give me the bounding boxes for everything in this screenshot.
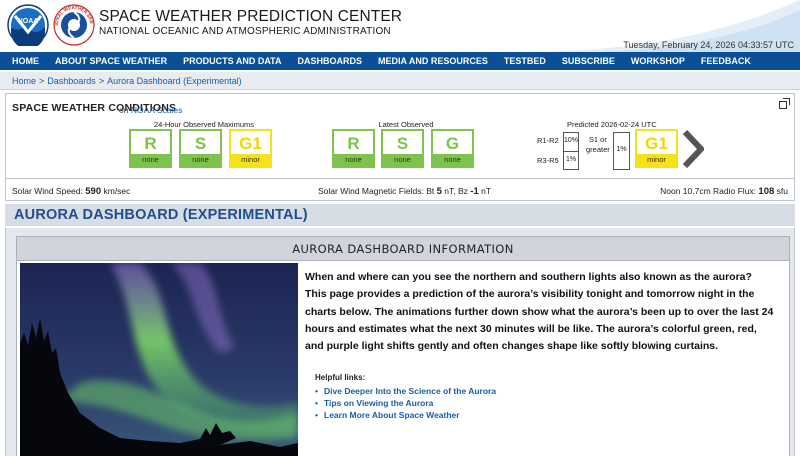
- scale-s-latest[interactable]: S none: [381, 129, 424, 168]
- latest-observed-label: Latest Observed: [378, 120, 434, 129]
- s1-label-line-2: greater: [586, 145, 610, 154]
- noaa-scales-link[interactable]: NOAA Scales: [131, 105, 183, 115]
- scale-level: none: [131, 154, 170, 166]
- scale-g-24h[interactable]: G1 minor: [229, 129, 272, 168]
- radio-flux: Noon 10.7cm Radio Flux: 108 sfu: [660, 186, 788, 197]
- info-box: AURORA DASHBOARD INFORMATION When and wh…: [16, 236, 790, 456]
- r3-r5-label: R3-R5: [537, 156, 559, 165]
- scale-r-24h[interactable]: R none: [129, 129, 172, 168]
- radio-flux-value: 108: [758, 186, 775, 197]
- nav-feedback[interactable]: FEEDBACK: [701, 56, 751, 66]
- scale-level: none: [433, 154, 472, 166]
- nav-home[interactable]: HOME: [12, 56, 39, 66]
- info-header: AURORA DASHBOARD INFORMATION: [17, 237, 789, 261]
- space-weather-conditions: SPACE WEATHER CONDITIONS on NOAA Scales …: [5, 93, 795, 201]
- s1-label: S1 or greater: [586, 135, 610, 155]
- bt-label: Bt: [426, 186, 435, 196]
- scale-letter: R: [347, 134, 360, 153]
- svg-text:NOAA: NOAA: [18, 18, 39, 25]
- bt-value: 5: [436, 186, 442, 197]
- scale-letter: S: [194, 134, 207, 153]
- nav-media-and-resources[interactable]: MEDIA AND RESOURCES: [378, 56, 488, 66]
- nav-about-space-weather[interactable]: ABOUT SPACE WEATHER: [55, 56, 167, 66]
- nav-testbed[interactable]: TESTBED: [504, 56, 546, 66]
- radio-flux-label: Noon 10.7cm Radio Flux:: [660, 186, 757, 196]
- aurora-photo: [20, 263, 298, 456]
- divider: [564, 151, 578, 152]
- breadcrumb-current[interactable]: Aurora Dashboard (Experimental): [107, 76, 242, 86]
- r3-r5-probability: 1%: [565, 156, 577, 163]
- nav-products-and-data[interactable]: PRODUCTS AND DATA: [183, 56, 281, 66]
- breadcrumb-separator: >: [98, 76, 105, 86]
- bz-label: Bz: [458, 186, 468, 196]
- solar-wind-magnetic-fields: Solar Wind Magnetic Fields: Bt 5 nT, Bz …: [318, 186, 491, 197]
- bz-value: -1: [470, 186, 479, 197]
- scale-level: none: [181, 154, 220, 166]
- scale-s-24h[interactable]: S none: [179, 129, 222, 168]
- scale-r-latest[interactable]: R none: [332, 129, 375, 168]
- solar-wind-speed-unit: km/sec: [103, 186, 131, 196]
- nws-logo[interactable]: NATIONAL WEATHER SERVICE: [51, 0, 95, 51]
- page-title: AURORA DASHBOARD (EXPERIMENTAL): [5, 204, 795, 226]
- scale-letter: G: [445, 134, 460, 153]
- link-learn-space-weather[interactable]: Learn More About Space Weather: [314, 409, 496, 421]
- helpful-links-label: Helpful links:: [315, 373, 366, 382]
- scale-g-predicted[interactable]: G1 minor: [635, 129, 678, 168]
- nav-dashboards[interactable]: DASHBOARDS: [298, 56, 363, 66]
- site-title[interactable]: SPACE WEATHER PREDICTION CENTER: [99, 8, 402, 26]
- scale-level: none: [334, 154, 373, 166]
- noaa-logo[interactable]: NOAA: [7, 4, 49, 51]
- magnetic-fields-label: Solar Wind Magnetic Fields:: [318, 186, 424, 196]
- conditions-stats: Solar Wind Speed: 590 km/sec Solar Wind …: [6, 178, 794, 200]
- solar-wind-speed-label: Solar Wind Speed:: [12, 186, 83, 196]
- predicted-label: Predicted 2026-02-24 UTC: [567, 120, 657, 129]
- solar-wind-speed: Solar Wind Speed: 590 km/sec: [12, 186, 130, 197]
- breadcrumb-dashboards[interactable]: Dashboards: [47, 76, 96, 86]
- radio-flux-unit: sfu: [776, 186, 788, 196]
- s1-label-line-1: S1 or: [588, 135, 607, 144]
- r1-r2-label: R1-R2: [537, 136, 559, 145]
- breadcrumb-home[interactable]: Home: [12, 76, 36, 86]
- scale-letter: R: [144, 134, 157, 153]
- info-panel: AURORA DASHBOARD INFORMATION When and wh…: [5, 228, 795, 456]
- observed-24h-label: 24-Hour Observed Maximums: [153, 120, 255, 129]
- breadcrumb-separator: >: [39, 76, 45, 86]
- link-viewing-tips[interactable]: Tips on Viewing the Aurora: [314, 397, 496, 409]
- scale-letter: G1: [239, 134, 262, 153]
- chevron-right-icon[interactable]: [682, 130, 704, 168]
- breadcrumb: Home > Dashboards > Aurora Dashboard (Experi…: [0, 72, 800, 90]
- main-nav: HOME ABOUT SPACE WEATHER PRODUCTS AND DA…: [0, 52, 800, 70]
- radio-blackout-probability[interactable]: 10% 1%: [563, 132, 579, 170]
- nav-workshop[interactable]: WORKSHOP: [631, 56, 685, 66]
- conditions-subtitle: on NOAA Scales: [119, 105, 182, 115]
- current-datetime: Tuesday, February 24, 2026 04:33:57 UTC: [623, 40, 794, 50]
- info-description: When and where can you see the northern …: [305, 271, 774, 353]
- helpful-links-list: Dive Deeper Into the Science of the Auro…: [314, 385, 496, 422]
- scale-letter: G1: [645, 134, 668, 153]
- site-header: NOAA NATIONAL WEATHER SERVICE SPACE WEAT…: [0, 0, 800, 52]
- s1-probability[interactable]: 1%: [613, 132, 630, 170]
- conditions-on-text: on: [119, 105, 129, 115]
- nav-subscribe[interactable]: SUBSCRIBE: [562, 56, 615, 66]
- bt-unit: nT,: [444, 186, 456, 196]
- site-subtitle: NATIONAL OCEANIC AND ATMOSPHERIC ADMINIS…: [99, 26, 391, 37]
- r1-r2-probability: 10%: [564, 137, 579, 144]
- scale-level: minor: [231, 154, 270, 166]
- scale-level: none: [383, 154, 422, 166]
- expand-icon[interactable]: [779, 98, 790, 109]
- scale-level: minor: [637, 154, 676, 166]
- solar-wind-speed-value: 590: [85, 186, 102, 197]
- scale-g-latest[interactable]: G none: [431, 129, 474, 168]
- bz-unit: nT: [481, 186, 492, 196]
- scale-letter: S: [396, 134, 409, 153]
- link-science-of-aurora[interactable]: Dive Deeper Into the Science of the Auro…: [314, 385, 496, 397]
